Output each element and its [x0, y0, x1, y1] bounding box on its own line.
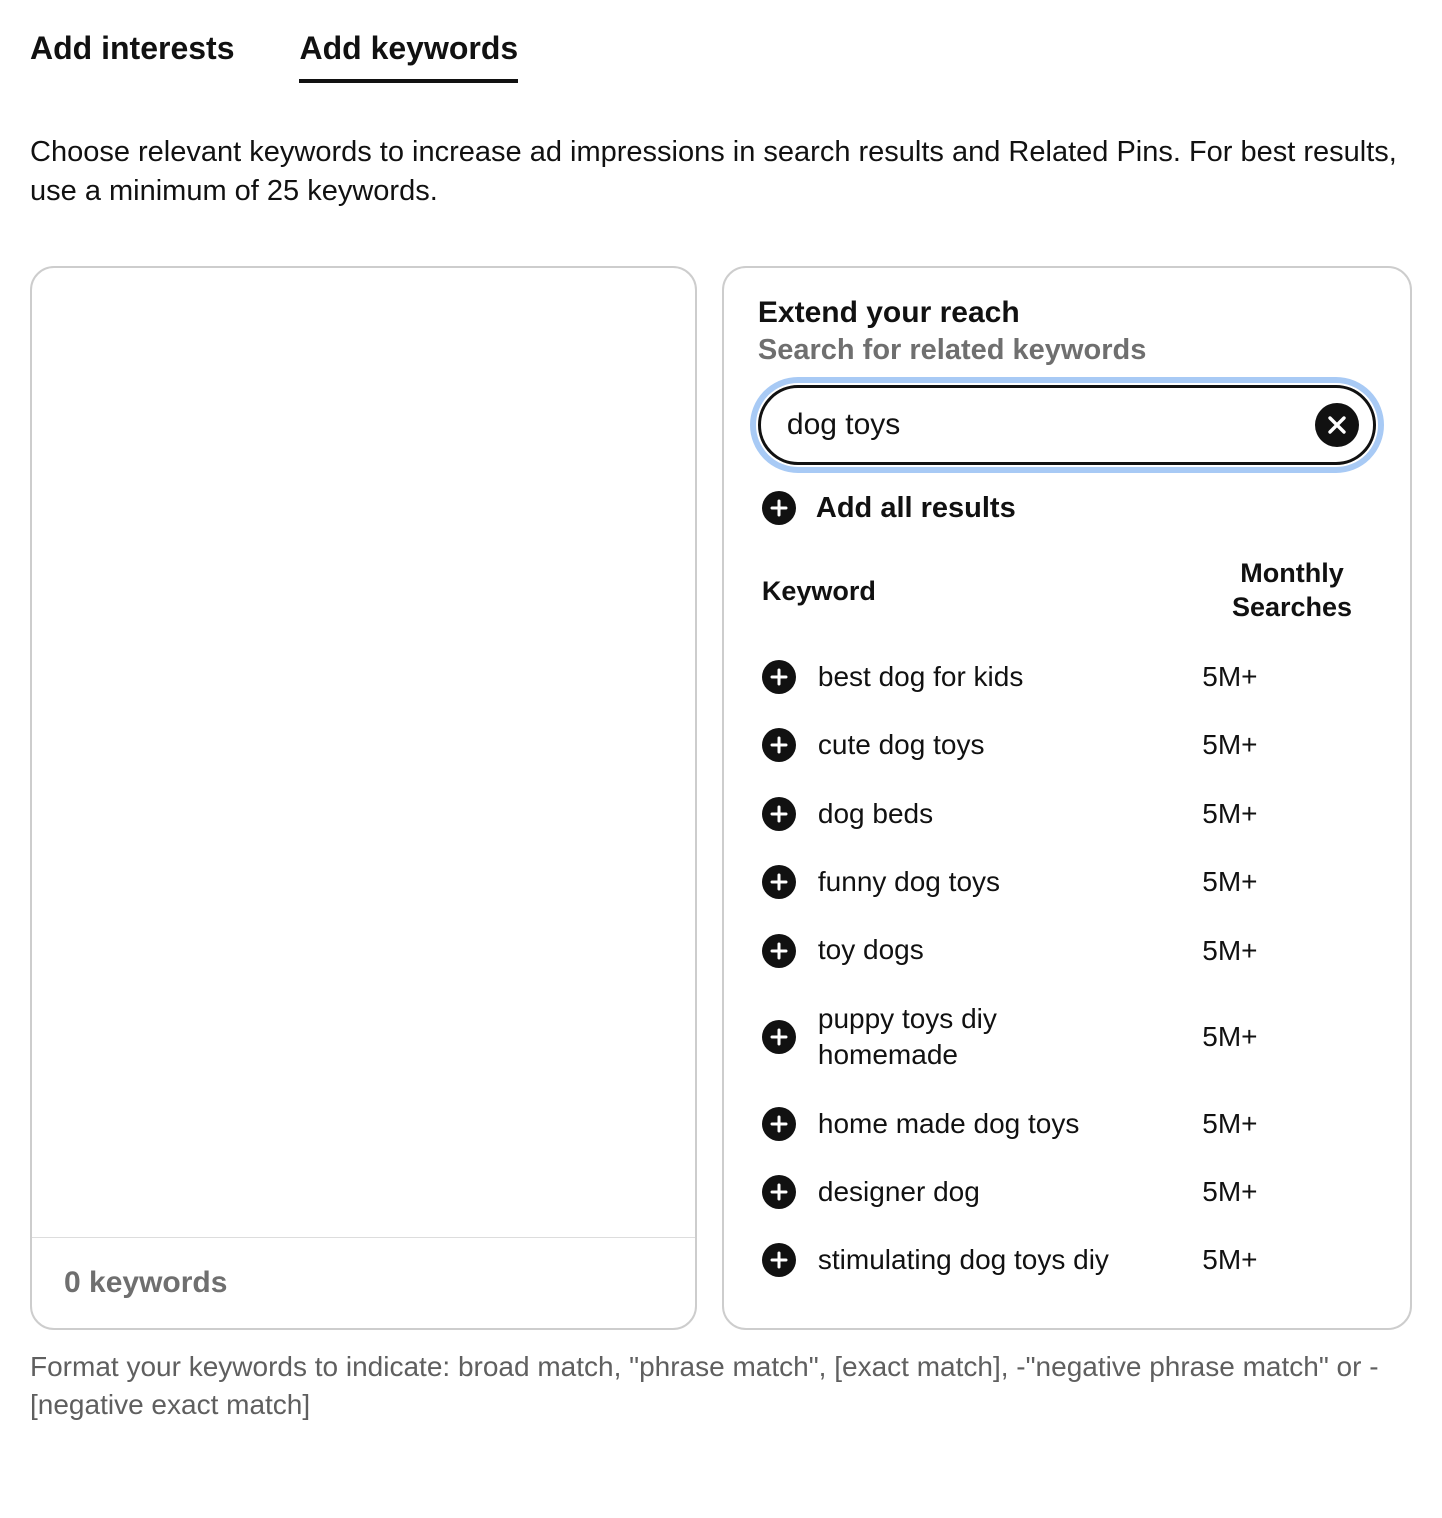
column-header-keyword: Keyword — [762, 576, 1212, 607]
result-searches: 5M+ — [1150, 661, 1310, 693]
result-row: funny dog toys 5M+ — [758, 848, 1376, 916]
add-keyword-button[interactable] — [762, 797, 796, 831]
result-searches: 5M+ — [1150, 866, 1310, 898]
plus-icon — [770, 942, 788, 960]
plus-icon — [770, 736, 788, 754]
result-keyword: best dog for kids — [818, 659, 1128, 695]
selected-keywords-body[interactable] — [32, 268, 695, 1237]
format-hint: Format your keywords to indicate: broad … — [30, 1348, 1390, 1424]
result-searches: 5M+ — [1150, 1176, 1310, 1208]
add-keyword-button[interactable] — [762, 1243, 796, 1277]
result-row: dog beds 5M+ — [758, 780, 1376, 848]
search-pill — [758, 385, 1376, 465]
description-text: Choose relevant keywords to increase ad … — [30, 133, 1410, 211]
plus-icon — [770, 1115, 788, 1133]
results-list[interactable]: best dog for kids5M+cute dog toys5M+dog … — [758, 643, 1376, 1331]
plus-icon — [770, 1251, 788, 1269]
plus-icon — [770, 1028, 788, 1046]
result-searches: 5M+ — [1150, 729, 1310, 761]
result-row: puppy toys diy homemade 5M+ — [758, 985, 1376, 1090]
add-keyword-button[interactable] — [762, 728, 796, 762]
extend-subtitle: Search for related keywords — [758, 334, 1376, 367]
add-all-results-button[interactable]: Add all results — [758, 491, 1376, 525]
column-header-searches: Monthly Searches — [1212, 557, 1372, 625]
result-searches: 5M+ — [1150, 798, 1310, 830]
result-keyword: cute dog toys — [818, 727, 1128, 763]
result-row: best dog for kids 5M+ — [758, 643, 1376, 711]
plus-icon — [770, 873, 788, 891]
plus-icon — [770, 805, 788, 823]
plus-icon — [762, 491, 796, 525]
results-table-header: Keyword Monthly Searches — [758, 557, 1376, 643]
result-row: designer dog 5M+ — [758, 1158, 1376, 1226]
result-row: cute dog toys 5M+ — [758, 711, 1376, 779]
add-all-label: Add all results — [816, 492, 1016, 525]
result-keyword: home made dog toys — [818, 1106, 1128, 1142]
result-keyword: puppy toys diy homemade — [818, 1001, 1128, 1074]
result-searches: 5M+ — [1150, 1021, 1310, 1053]
result-row: toy dogs 5M+ — [758, 916, 1376, 984]
extend-reach-panel: Extend your reach Search for related key… — [722, 266, 1412, 1330]
result-keyword: toy dogs — [818, 932, 1128, 968]
result-searches: 5M+ — [1150, 935, 1310, 967]
clear-search-button[interactable] — [1315, 403, 1359, 447]
result-searches: 5M+ — [1150, 1244, 1310, 1276]
result-keyword: designer dog — [818, 1174, 1128, 1210]
search-wrapper — [758, 385, 1376, 465]
result-searches: 5M+ — [1150, 1108, 1310, 1140]
tabs-container: Add interests Add keywords — [30, 30, 1412, 83]
result-row: stimulating dog toys diy 5M+ — [758, 1226, 1376, 1294]
result-keyword: stimulating dog toys diy — [818, 1242, 1128, 1278]
extend-title: Extend your reach — [758, 296, 1376, 330]
add-keyword-button[interactable] — [762, 865, 796, 899]
add-keyword-button[interactable] — [762, 660, 796, 694]
result-row: home made dog toys 5M+ — [758, 1090, 1376, 1158]
add-keyword-button[interactable] — [762, 1175, 796, 1209]
keyword-search-input[interactable] — [787, 408, 1315, 442]
plus-icon — [770, 1183, 788, 1201]
keywords-count: 0 keywords — [32, 1237, 695, 1328]
add-keyword-button[interactable] — [762, 934, 796, 968]
add-keyword-button[interactable] — [762, 1020, 796, 1054]
tab-add-keywords[interactable]: Add keywords — [299, 30, 518, 83]
tab-add-interests[interactable]: Add interests — [30, 30, 234, 83]
close-icon — [1327, 415, 1347, 435]
result-keyword: funny dog toys — [818, 864, 1128, 900]
result-keyword: dog beds — [818, 796, 1128, 832]
add-keyword-button[interactable] — [762, 1107, 796, 1141]
plus-icon — [770, 668, 788, 686]
selected-keywords-panel: 0 keywords — [30, 266, 697, 1330]
